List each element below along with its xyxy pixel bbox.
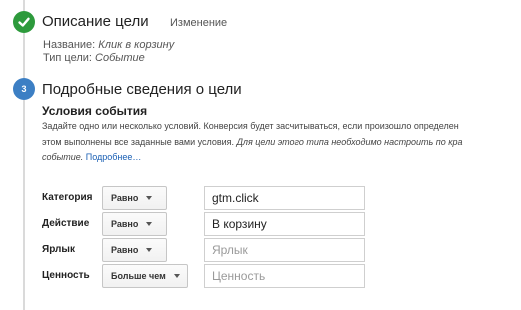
condition-value-category[interactable] — [204, 186, 365, 210]
step2-title: Подробные сведения о цели — [42, 81, 242, 98]
step1-title: Описание цели — [42, 13, 149, 30]
step-complete-badge — [13, 11, 35, 33]
goal-type-label: Тип цели: — [43, 52, 92, 64]
condition-operator-action[interactable]: Равно — [102, 212, 167, 236]
goal-name-value: Клик в корзину — [98, 39, 175, 51]
description-line-2: этом выполнены все заданные вами условия… — [42, 135, 462, 150]
edit-link[interactable]: Изменение — [170, 17, 227, 29]
condition-value-action[interactable] — [204, 212, 365, 236]
description-text: этом выполнены все заданные вами условия… — [42, 137, 235, 147]
progress-line-middle — [23, 33, 25, 78]
description-line-1: Задайте одно или несколько условий. Конв… — [42, 121, 459, 131]
condition-label-value: Ценность — [42, 270, 90, 281]
description-line-3: событие. Подробнее… — [42, 150, 141, 165]
goal-name-row: Название: Клик в корзину — [43, 39, 174, 51]
description-italic-text: Для цели этого типа необходимо настроить… — [236, 137, 463, 147]
goal-type-row: Тип цели: Событие — [43, 52, 145, 64]
condition-operator-category[interactable]: Равно — [102, 186, 167, 210]
condition-operator-value[interactable]: Больше чем — [102, 264, 188, 288]
condition-label-action: Действие — [42, 218, 90, 229]
progress-line-bottom — [23, 100, 25, 310]
condition-value-value[interactable] — [204, 264, 365, 288]
operator-value: Больше чем — [111, 271, 166, 281]
condition-label-category: Категория — [42, 192, 93, 203]
learn-more-link[interactable]: Подробнее… — [86, 152, 142, 162]
operator-value: Равно — [111, 193, 139, 203]
caret-down-icon — [146, 196, 153, 200]
goal-name-label: Название: — [43, 39, 96, 51]
condition-label-label: Ярлык — [42, 244, 75, 255]
description-italic-text-end: событие. — [42, 152, 84, 162]
operator-value: Равно — [111, 219, 139, 229]
caret-down-icon — [173, 274, 180, 278]
goal-type-value: Событие — [95, 52, 145, 64]
condition-value-label[interactable] — [204, 238, 365, 262]
condition-operator-label[interactable]: Равно — [102, 238, 167, 262]
checkmark-icon — [18, 17, 30, 27]
caret-down-icon — [146, 248, 153, 252]
section-title: Условия события — [42, 104, 148, 118]
progress-line-top — [23, 0, 25, 11]
operator-value: Равно — [111, 245, 139, 255]
step-number-badge: 3 — [13, 78, 35, 100]
caret-down-icon — [146, 222, 153, 226]
